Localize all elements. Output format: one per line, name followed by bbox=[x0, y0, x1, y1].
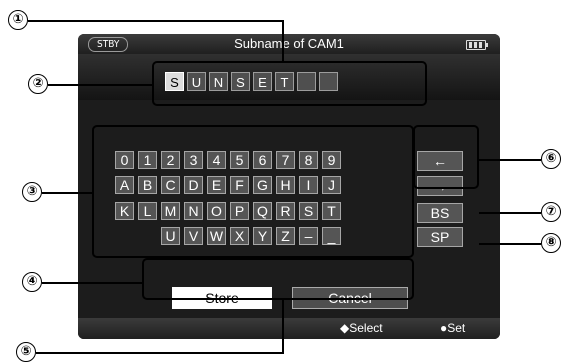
cursor-keys-outline bbox=[413, 125, 479, 189]
page-title: Subname of CAM1 bbox=[234, 36, 344, 51]
callout-3: ③ bbox=[22, 182, 42, 202]
callout-6-leader bbox=[479, 159, 541, 161]
callout-5-leader-up bbox=[282, 300, 284, 354]
callout-6: ⑥ bbox=[541, 149, 561, 169]
set-guide: ●Set bbox=[440, 321, 466, 335]
callout-1: ① bbox=[8, 10, 28, 30]
callout-7: ⑦ bbox=[541, 202, 561, 222]
callout-2: ② bbox=[28, 74, 48, 94]
buttons-outline bbox=[142, 258, 414, 300]
callout-4-leader bbox=[42, 282, 142, 284]
callout-1-leader bbox=[28, 20, 282, 22]
name-field-outline bbox=[152, 61, 427, 106]
callout-7-leader bbox=[479, 212, 541, 214]
callout-5: ⑤ bbox=[16, 342, 36, 362]
callout-2-leader bbox=[48, 84, 152, 86]
callout-5-leader bbox=[36, 352, 284, 354]
space-button[interactable]: SP bbox=[417, 227, 463, 247]
select-guide: ◆Select bbox=[340, 321, 383, 335]
callout-1-leader-down bbox=[282, 20, 284, 63]
callout-8: ⑧ bbox=[541, 233, 561, 253]
backspace-button[interactable]: BS bbox=[417, 203, 463, 223]
keyboard-outline bbox=[92, 125, 414, 258]
status-bar: STBY Subname of CAM1 bbox=[78, 34, 500, 54]
operation-guide-bar: ◆Select ●Set bbox=[78, 318, 500, 339]
callout-3-leader bbox=[42, 192, 92, 194]
callout-4: ④ bbox=[22, 272, 42, 292]
battery-icon bbox=[466, 40, 488, 50]
callout-8-leader bbox=[479, 243, 541, 245]
